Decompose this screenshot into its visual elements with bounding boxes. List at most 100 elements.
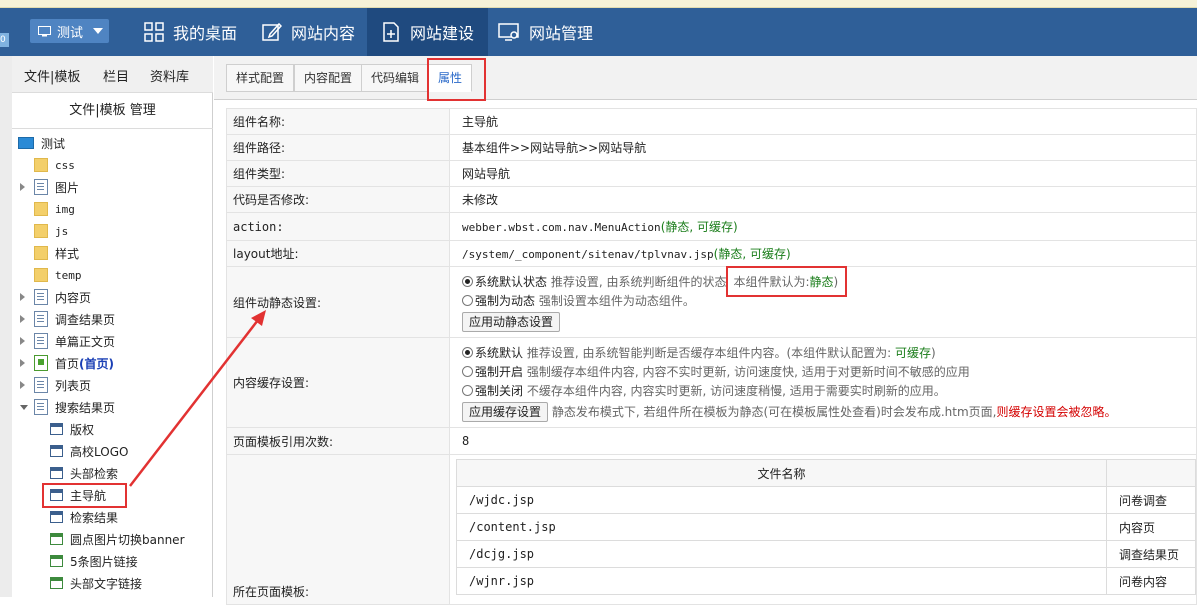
table-header-row: 文件名称 <box>456 459 1196 487</box>
tree-item-banner[interactable]: 圆点图片切换banner <box>50 529 185 549</box>
folder-icon <box>34 158 48 172</box>
tab-code-edit[interactable]: 代码编辑 <box>361 64 430 92</box>
folder-icon <box>34 202 48 216</box>
table-row: /dcjg.jsp 调查结果页 <box>456 540 1196 568</box>
apply-dynamic-button[interactable]: 应用动静态设置 <box>462 311 561 332</box>
chevron-down-icon <box>93 28 104 34</box>
tree-item-root[interactable]: 测试 <box>18 133 65 153</box>
apply-cache-button[interactable]: 应用缓存设置 <box>462 402 549 422</box>
tree-item-list-page[interactable]: 列表页 <box>20 375 91 395</box>
nav-site-content[interactable]: 网站内容 <box>248 8 369 56</box>
tree-label: css <box>55 158 75 172</box>
sidebar-tab-files[interactable]: 文件|模板 <box>24 66 80 85</box>
cache-option-off[interactable]: 强制关闭 不缓存本组件内容, 内容实时更新, 访问速度稍慢, 适用于需要实时刷新… <box>462 382 1196 401</box>
radio-icon[interactable] <box>462 275 473 287</box>
tree-item-search-result-page[interactable]: 搜索结果页 <box>20 397 115 417</box>
tree-label: 头部文字链接 <box>70 576 143 591</box>
radio-icon[interactable] <box>462 294 473 306</box>
page-cell: 问卷调查 <box>1106 486 1196 514</box>
expand-arrow-icon[interactable] <box>20 337 25 345</box>
file-cell[interactable]: /wjnr.jsp <box>456 567 1107 595</box>
tree-item-css[interactable]: css <box>34 155 75 175</box>
sidebar-tab-columns[interactable]: 栏目 <box>103 66 129 85</box>
option-label: 强制关闭 <box>475 384 524 398</box>
sidebar-tabs: 文件|模板 栏目 资料库 <box>12 56 213 93</box>
tab-content-config[interactable]: 内容配置 <box>294 64 363 92</box>
site-name: 测试 <box>57 25 84 41</box>
dynamic-option-default[interactable]: 系统默认状态 推荐设置, 由系统判断组件的状态 本组件默认为:静态) <box>462 265 1196 297</box>
table-row: /wjnr.jsp 问卷内容 <box>456 567 1196 595</box>
tree-item-img[interactable]: img <box>34 199 75 219</box>
tree-item-copyright[interactable]: 版权 <box>50 419 94 439</box>
reference-count-value: 8 <box>449 427 1197 455</box>
action-value: webber.wbst.com.nav.MenuAction(静态, 可缓存) <box>449 212 1197 241</box>
collapse-arrow-icon[interactable] <box>20 405 28 410</box>
tree-label: 高校LOGO <box>70 444 129 459</box>
expand-arrow-icon[interactable] <box>20 359 25 367</box>
site-switch-button[interactable]: 测试 <box>30 19 109 43</box>
expand-arrow-icon[interactable] <box>20 293 25 301</box>
file-cell[interactable]: /content.jsp <box>456 513 1107 541</box>
expand-arrow-icon[interactable] <box>20 315 25 323</box>
tree-item-home[interactable]: 首页 (首页) <box>20 353 114 373</box>
expand-arrow-icon[interactable] <box>20 183 25 191</box>
tree-item-temp[interactable]: temp <box>34 265 82 285</box>
expand-arrow-icon[interactable] <box>20 381 25 389</box>
row-label: 组件路径: <box>226 134 450 161</box>
tree-label: 内容页 <box>55 290 92 305</box>
tree-item-content-page[interactable]: 内容页 <box>20 287 92 307</box>
nav-label: 网站内容 <box>291 24 356 43</box>
tree-item-survey-result[interactable]: 调查结果页 <box>20 309 115 329</box>
page-cell: 问卷内容 <box>1106 567 1196 595</box>
tree-label: 图片 <box>55 180 80 195</box>
table-row: /content.jsp 内容页 <box>456 513 1196 541</box>
layout-path: /system/_component/sitenav/tplvnav.jsp <box>462 248 714 261</box>
option-desc: 推荐设置, 由系统智能判断是否缓存本组件内容。(本组件默认配置为: <box>526 346 892 360</box>
home-marker: (首页) <box>79 356 114 371</box>
tree-item-logo[interactable]: 高校LOGO <box>50 441 128 461</box>
option-desc: 不缓存本组件内容, 内容实时更新, 访问速度稍慢, 适用于需要实时刷新的应用。 <box>526 384 946 398</box>
nav-site-manage[interactable]: 网站管理 <box>484 8 607 56</box>
tree-label: temp <box>55 268 82 282</box>
radio-icon[interactable] <box>462 385 473 396</box>
properties-table: 组件名称: 主导航 组件路径: 基本组件>>网站导航>>网站导航 组件类型: 网… <box>226 108 1197 605</box>
nav-site-build[interactable]: 网站建设 <box>367 8 489 56</box>
table-row: 组件动静态设置: 系统默认状态 推荐设置, 由系统判断组件的状态 本组件默认为:静… <box>226 265 1197 338</box>
option-label: 强制开启 <box>475 365 524 379</box>
edit-icon <box>262 22 282 41</box>
table-row: 内容缓存设置: 系统默认 推荐设置, 由系统智能判断是否缓存本组件内容。(本组件… <box>226 337 1197 428</box>
tree-label: 样式 <box>55 246 80 261</box>
tree-item-image-links[interactable]: 5条图片链接 <box>50 551 138 571</box>
dynamic-setting-cell: 系统默认状态 推荐设置, 由系统判断组件的状态 本组件默认为:静态) 强制为动态 … <box>449 265 1197 338</box>
file-cell[interactable]: /dcjg.jsp <box>456 540 1107 568</box>
folder-icon <box>34 224 48 238</box>
desktop-grid-icon <box>144 22 164 42</box>
row-label: 内容缓存设置: <box>226 337 450 428</box>
tab-style-config[interactable]: 样式配置 <box>226 64 295 92</box>
cache-option-on[interactable]: 强制开启 强制缓存本组件内容, 内容不实时更新, 访问速度快, 适用于对更新时间… <box>462 363 1196 382</box>
nav-my-desktop[interactable]: 我的桌面 <box>130 8 251 56</box>
tree-label: 首页 <box>55 356 80 371</box>
home-page-icon <box>34 355 48 371</box>
config-tabs: 样式配置 内容配置 代码编辑 属性 <box>214 56 1197 100</box>
tree-label: img <box>55 202 75 216</box>
tree-item-header-search[interactable]: 头部检索 <box>50 463 118 483</box>
radio-icon[interactable] <box>462 347 473 358</box>
cache-option-default[interactable]: 系统默认 推荐设置, 由系统智能判断是否缓存本组件内容。(本组件默认配置为: 可… <box>462 344 1196 363</box>
option-label: 强制为动态 <box>475 293 536 308</box>
sidebar-tab-library[interactable]: 资料库 <box>150 66 189 85</box>
table-row: /wjdc.jsp 问卷调查 <box>456 486 1196 514</box>
page-icon <box>34 289 48 305</box>
tree-item-js[interactable]: js <box>34 221 68 241</box>
tree-item-header-text-links[interactable]: 头部文字链接 <box>50 573 142 593</box>
component-green-icon <box>50 555 63 567</box>
tree-item-search-results[interactable]: 检索结果 <box>50 507 118 527</box>
file-cell[interactable]: /wjdc.jsp <box>456 486 1107 514</box>
main-panel: 样式配置 内容配置 代码编辑 属性 组件名称: 主导航 组件路径: 基本组件>>… <box>214 56 1197 605</box>
tree-item-single-article[interactable]: 单篇正文页 <box>20 331 115 351</box>
radio-icon[interactable] <box>462 366 473 377</box>
tree-item-images[interactable]: 图片 <box>20 177 80 197</box>
component-icon <box>50 445 63 457</box>
row-label: 页面模板引用次数: <box>226 427 450 455</box>
tree-item-styles[interactable]: 样式 <box>34 243 79 263</box>
